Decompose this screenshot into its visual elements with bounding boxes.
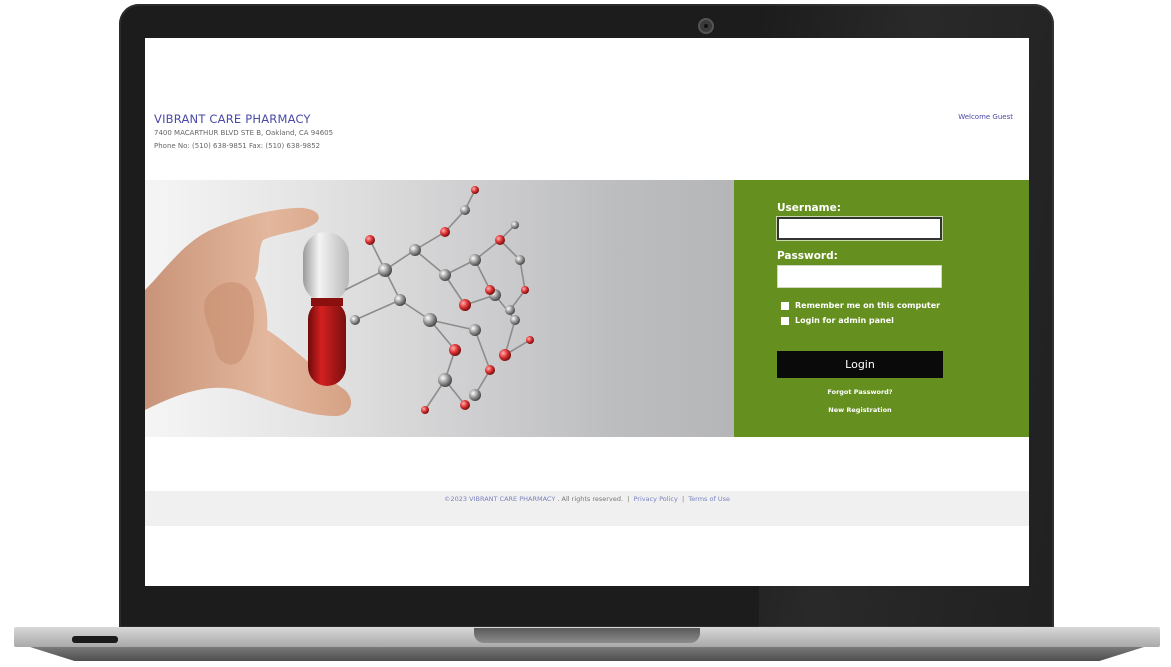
forgot-password-link[interactable]: Forgot Password? <box>777 388 943 396</box>
site-footer: ©2023 VIBRANT CARE PHARMACY . All rights… <box>145 491 1029 526</box>
privacy-policy-link[interactable]: Privacy Policy <box>634 495 678 503</box>
password-input[interactable] <box>777 265 942 288</box>
admin-panel-row[interactable]: Login for admin panel <box>781 316 894 325</box>
remember-me-label: Remember me on this computer <box>795 301 941 310</box>
terms-of-use-link[interactable]: Terms of Use <box>688 495 730 503</box>
site-header: VIBRANT CARE PHARMACY 7400 MACARTHUR BLV… <box>145 38 1029 180</box>
brand-phone: Phone No: (510) 638-9851 Fax: (510) 638-… <box>154 142 321 150</box>
laptop-screen: VIBRANT CARE PHARMACY 7400 MACARTHUR BLV… <box>145 38 1029 586</box>
hero-illustration <box>145 186 534 416</box>
laptop-base-shadow <box>30 647 1144 661</box>
new-registration-link[interactable]: New Registration <box>777 406 943 414</box>
footer-separator: | <box>679 495 687 503</box>
brand-address: 7400 MACARTHUR BLVD STE B, Oakland, CA 9… <box>154 129 334 137</box>
laptop-hinge-notch <box>474 628 700 643</box>
footer-copyright: ©2023 VIBRANT CARE PHARMACY <box>444 495 556 503</box>
footer-text: ©2023 VIBRANT CARE PHARMACY . All rights… <box>145 495 1029 503</box>
webcam-icon <box>698 18 714 34</box>
welcome-guest: Welcome Guest <box>958 113 1013 121</box>
login-button[interactable]: Login <box>777 351 943 378</box>
username-input[interactable] <box>777 217 942 240</box>
laptop-port <box>72 636 118 643</box>
remember-me-row[interactable]: Remember me on this computer <box>781 301 940 310</box>
username-label: Username: <box>777 202 841 214</box>
checkbox-icon[interactable] <box>781 316 789 325</box>
footer-rights: . All rights reserved. <box>557 495 624 503</box>
login-panel: Username: Password: Remember me on this … <box>734 180 1029 437</box>
brand-name[interactable]: VIBRANT CARE PHARMACY <box>154 112 311 126</box>
password-label: Password: <box>777 250 838 262</box>
checkbox-icon[interactable] <box>781 301 789 310</box>
footer-separator: | <box>625 495 632 503</box>
admin-panel-label: Login for admin panel <box>795 316 894 325</box>
hero-image <box>145 180 734 437</box>
